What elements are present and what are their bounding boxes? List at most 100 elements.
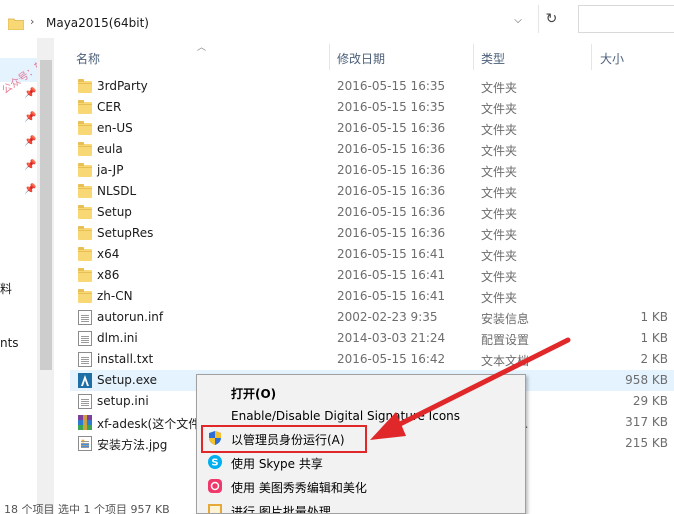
file-row[interactable]: NLSDL 2016-05-15 16:36 文件夹 <box>70 181 674 202</box>
file-type: 文本文档 <box>481 354 530 368</box>
file-date: 2016-05-15 16:36 <box>337 163 446 177</box>
status-text: 18 个项目 选中 1 个项目 957 KB <box>4 504 170 514</box>
file-date: 2014-03-03 21:24 <box>337 331 446 345</box>
file-name: x86 <box>97 268 120 282</box>
file-name: en-US <box>97 121 133 135</box>
file-row[interactable]: autorun.inf 2002-02-23 9:35 安装信息 1 KB <box>70 307 674 328</box>
folder-icon <box>78 79 92 93</box>
file-size: 317 KB <box>625 415 668 429</box>
file-size: 1 KB <box>640 331 668 345</box>
folder-icon <box>78 247 92 261</box>
skype-icon: S <box>208 455 222 469</box>
autodesk-app-icon <box>78 373 92 388</box>
file-row[interactable]: x86 2016-05-15 16:41 文件夹 <box>70 265 674 286</box>
file-name: 3rdParty <box>97 79 148 93</box>
meitu-icon <box>208 479 222 493</box>
nav-item-label[interactable]: 料 <box>0 280 12 297</box>
pin-icon[interactable]: 📌 <box>24 88 36 100</box>
file-name: CER <box>97 100 122 114</box>
file-name: ja-JP <box>97 163 124 177</box>
file-size: 215 KB <box>625 436 668 450</box>
address-bar: › Maya2015(64bit) ⌵ ↻ <box>0 0 674 38</box>
file-type: 配置设置 <box>481 333 530 347</box>
svg-text:S: S <box>211 458 218 469</box>
settings-file-icon <box>78 394 92 409</box>
file-type: 安装信息 <box>481 312 530 326</box>
file-row[interactable]: Setup 2016-05-15 16:36 文件夹 <box>70 202 674 223</box>
menu-item-skype-share[interactable]: S 使用 Skype 共享 <box>199 451 523 473</box>
file-type: 文件夹 <box>481 165 518 179</box>
breadcrumb-path[interactable]: Maya2015(64bit) <box>46 16 149 30</box>
file-date: 2016-05-15 16:36 <box>337 184 446 198</box>
pin-icon[interactable]: 📌 <box>24 112 36 124</box>
file-type: 文件夹 <box>481 123 518 137</box>
folder-icon <box>78 268 92 282</box>
file-name: setup.ini <box>97 394 149 408</box>
file-date: 2016-05-15 16:41 <box>337 268 446 282</box>
file-size: 958 KB <box>625 373 668 387</box>
menu-item-open[interactable]: 打开(O) <box>199 381 523 403</box>
refresh-icon: ↻ <box>545 11 558 27</box>
menu-item-digital-signature[interactable]: Enable/Disable Digital Signature Icons <box>199 405 523 427</box>
folder-icon <box>8 18 24 30</box>
file-date: 2016-05-15 16:35 <box>337 79 446 93</box>
column-header-date[interactable]: 修改日期 <box>337 50 385 67</box>
nav-item-label[interactable]: nts <box>0 336 19 350</box>
file-name: x64 <box>97 247 120 261</box>
folder-icon <box>78 184 92 198</box>
file-type: 文件夹 <box>481 144 518 158</box>
column-header-name[interactable]: 名称 <box>76 50 100 67</box>
file-type: 文件夹 <box>481 291 518 305</box>
column-header-size[interactable]: 大小 <box>600 50 624 67</box>
file-type: 文件夹 <box>481 186 518 200</box>
column-divider[interactable] <box>591 44 592 70</box>
nav-scrollbar-thumb[interactable] <box>40 60 52 370</box>
file-type: 文件夹 <box>481 207 518 221</box>
file-date: 2016-05-15 16:36 <box>337 121 446 135</box>
column-divider[interactable] <box>473 44 474 70</box>
file-row[interactable]: zh-CN 2016-05-15 16:41 文件夹 <box>70 286 674 307</box>
file-type: 文件夹 <box>481 102 518 116</box>
image-file-icon <box>78 436 92 451</box>
file-row[interactable]: ja-JP 2016-05-15 16:36 文件夹 <box>70 160 674 181</box>
file-size: 29 KB <box>632 394 668 408</box>
file-date: 2016-05-15 16:35 <box>337 100 446 114</box>
text-file-icon <box>78 352 92 367</box>
file-date: 2016-05-15 16:36 <box>337 142 446 156</box>
file-row[interactable]: CER 2016-05-15 16:35 文件夹 <box>70 97 674 118</box>
highlight-box <box>201 425 367 453</box>
file-row[interactable]: install.txt 2016-05-15 16:42 文本文档 2 KB <box>70 349 674 370</box>
file-name: xf-adesk(这个文件 <box>97 417 201 431</box>
menu-item-batch-image[interactable]: 进行 图片批量处理 <box>199 499 523 514</box>
file-size: 1 KB <box>640 310 668 324</box>
file-row[interactable]: eula 2016-05-15 16:36 文件夹 <box>70 139 674 160</box>
file-row[interactable]: 3rdParty 2016-05-15 16:35 文件夹 <box>70 76 674 97</box>
file-row[interactable]: en-US 2016-05-15 16:36 文件夹 <box>70 118 674 139</box>
file-row[interactable]: SetupRes 2016-05-15 16:36 文件夹 <box>70 223 674 244</box>
sort-ascending-icon: ︿ <box>197 43 207 53</box>
menu-item-label: 使用 美图秀秀编辑和美化 <box>231 481 367 495</box>
pin-icon[interactable]: 📌 <box>24 184 36 196</box>
breadcrumb-separator: › <box>30 15 35 28</box>
file-name: NLSDL <box>97 184 137 198</box>
file-name: autorun.inf <box>97 310 164 324</box>
settings-file-icon <box>78 331 92 346</box>
address-box[interactable]: › Maya2015(64bit) ⌵ <box>0 5 538 33</box>
file-row[interactable]: x64 2016-05-15 16:41 文件夹 <box>70 244 674 265</box>
menu-item-meitu-edit[interactable]: 使用 美图秀秀编辑和美化 <box>199 475 523 497</box>
pin-icon[interactable]: 📌 <box>24 160 36 172</box>
column-header-type[interactable]: 类型 <box>481 50 505 67</box>
menu-item-label: 进行 图片批量处理 <box>231 505 331 514</box>
column-divider[interactable] <box>329 44 330 70</box>
file-name: SetupRes <box>97 226 154 240</box>
pin-icon[interactable]: 📌 <box>24 136 36 148</box>
chevron-down-icon[interactable]: ⌵ <box>508 15 528 33</box>
file-name: Setup <box>97 205 132 219</box>
file-name: zh-CN <box>97 289 133 303</box>
refresh-button[interactable]: ↻ <box>538 5 564 33</box>
menu-item-label: 使用 Skype 共享 <box>231 457 323 471</box>
archive-icon <box>78 415 92 430</box>
file-row[interactable]: dlm.ini 2014-03-03 21:24 配置设置 1 KB <box>70 328 674 349</box>
folder-icon <box>78 205 92 219</box>
search-input[interactable] <box>578 5 674 33</box>
